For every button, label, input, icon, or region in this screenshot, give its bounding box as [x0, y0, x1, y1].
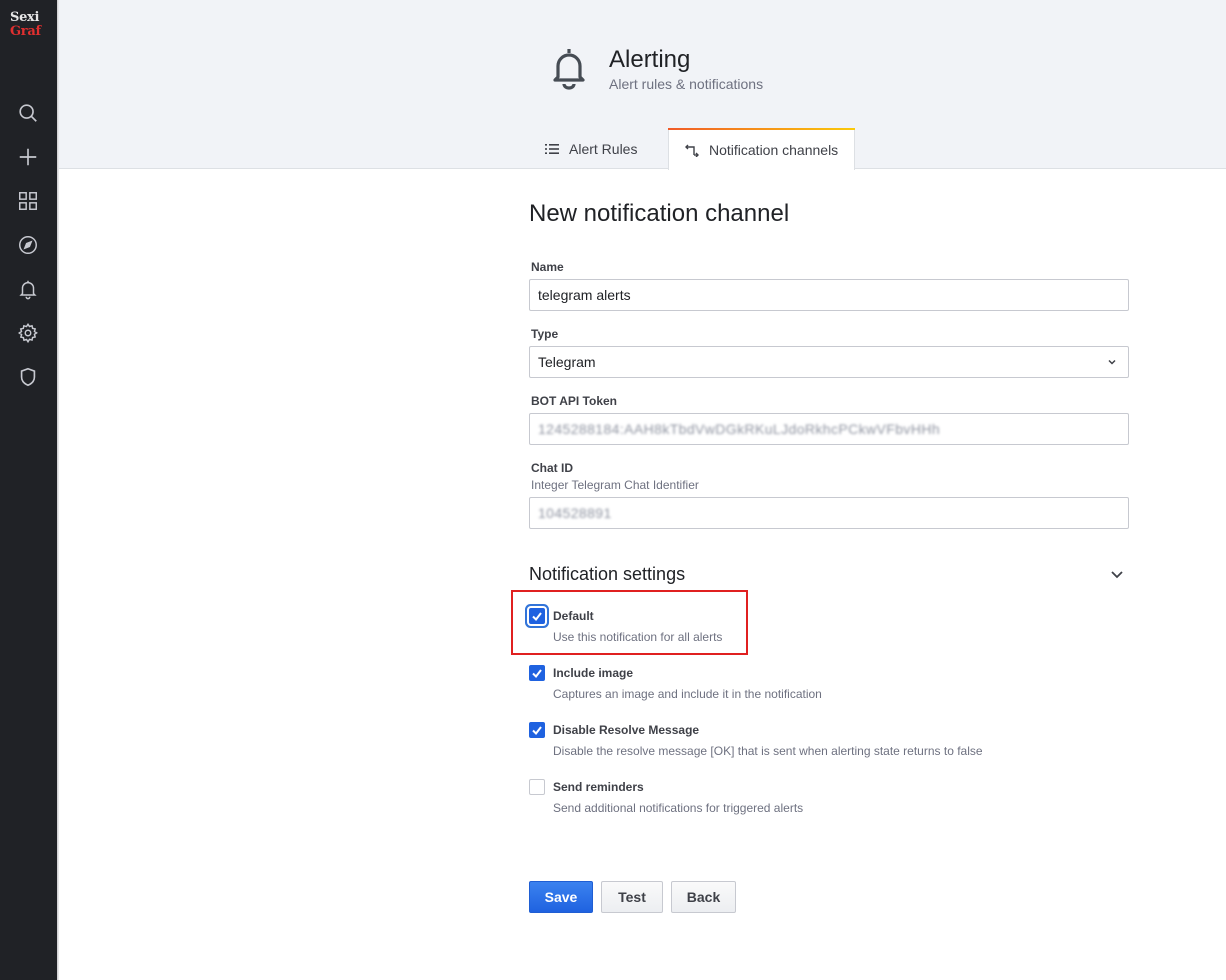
channels-icon	[685, 144, 699, 157]
send-reminders-checkbox[interactable]	[529, 779, 545, 795]
include-image-checkbox[interactable]	[529, 665, 545, 681]
send-reminders-label: Send reminders	[553, 780, 644, 794]
shield-icon[interactable]	[16, 365, 40, 389]
bell-icon[interactable]	[16, 277, 40, 301]
name-input[interactable]: telegram alerts	[529, 279, 1129, 311]
save-button[interactable]: Save	[529, 881, 593, 913]
tab-notification-channels[interactable]: Notification channels	[668, 128, 855, 170]
include-image-description: Captures an image and include it in the …	[553, 687, 822, 701]
include-image-label: Include image	[553, 666, 634, 680]
page-header: Alerting Alert rules & notifications Ale…	[59, 0, 1226, 170]
chevron-down-icon	[1108, 359, 1116, 365]
back-button[interactable]: Back	[671, 881, 736, 913]
type-select-value: Telegram	[538, 354, 596, 370]
type-label: Type	[531, 327, 559, 341]
tab-alert-rules[interactable]: Alert Rules	[543, 128, 637, 169]
logo-line-2: Graf	[10, 24, 41, 39]
send-reminders-description: Send additional notifications for trigge…	[553, 801, 804, 815]
disable-resolve-description: Disable the resolve message [OK] that is…	[553, 744, 983, 758]
check-icon	[532, 726, 542, 736]
search-icon[interactable]	[16, 101, 40, 125]
highlight-annotation	[511, 590, 748, 655]
gear-icon[interactable]	[16, 321, 40, 345]
explore-icon[interactable]	[16, 233, 40, 257]
disable-resolve-label: Disable Resolve Message	[553, 723, 700, 737]
chat-id-value: 104528891	[538, 505, 612, 521]
test-button[interactable]: Test	[601, 881, 663, 913]
page-title: Alerting	[609, 46, 691, 73]
chat-id-label: Chat ID	[531, 461, 573, 475]
bell-icon	[551, 45, 587, 91]
page-subtitle: Alert rules & notifications	[609, 76, 764, 92]
dashboards-icon[interactable]	[16, 189, 40, 213]
name-label: Name	[531, 260, 564, 274]
disable-resolve-checkbox[interactable]	[529, 722, 545, 738]
type-select[interactable]: Telegram	[529, 346, 1129, 378]
tab-notification-channels-label: Notification channels	[709, 142, 839, 158]
form-title: New notification channel	[529, 200, 790, 227]
chat-id-input[interactable]: 104528891	[529, 497, 1129, 529]
notification-settings-title: Notification settings	[529, 564, 686, 584]
list-icon	[545, 143, 559, 154]
bot-token-label: BOT API Token	[531, 394, 618, 408]
tab-alert-rules-label: Alert Rules	[569, 140, 638, 157]
include-image-option: Include image Captures an image and incl…	[529, 665, 1129, 709]
check-icon	[532, 669, 542, 679]
disable-resolve-option: Disable Resolve Message Disable the reso…	[529, 722, 1129, 766]
logo-line-1: Sexi	[10, 10, 40, 25]
send-reminders-option: Send reminders Send additional notificat…	[529, 779, 1129, 823]
plus-icon[interactable]	[16, 145, 40, 169]
chevron-down-icon[interactable]	[1109, 566, 1125, 582]
chat-id-description: Integer Telegram Chat Identifier	[531, 478, 699, 492]
bot-token-input[interactable]: 1245288184:AAH8kTbdVwDGkRKuLJdoRkhcPCkwV…	[529, 413, 1129, 445]
sidebar: Sexi Graf	[0, 0, 57, 980]
bot-token-value: 1245288184:AAH8kTbdVwDGkRKuLJdoRkhcPCkwV…	[538, 421, 941, 437]
logo[interactable]: Sexi Graf	[10, 10, 41, 39]
